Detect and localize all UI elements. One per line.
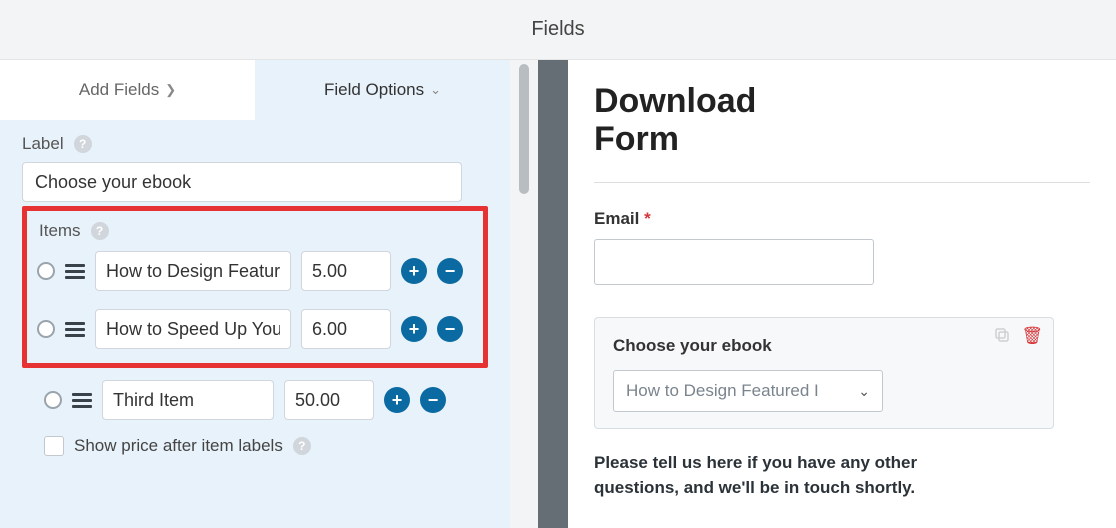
item-price-input[interactable]	[284, 380, 374, 420]
form-note-line2: questions, and we'll be in touch shortly…	[594, 478, 915, 497]
help-icon[interactable]: ?	[91, 222, 109, 240]
drag-handle-icon[interactable]	[65, 261, 85, 281]
add-item-button[interactable]: +	[401, 316, 427, 342]
field-options-body: Label ? Items ? + −	[0, 120, 510, 466]
scrollbar-thumb[interactable]	[519, 64, 529, 194]
chevron-down-icon: ⌄	[858, 383, 870, 400]
header-title: Fields	[0, 0, 1116, 60]
trash-icon[interactable]: 🗑	[1021, 326, 1043, 346]
form-note-line1: Please tell us here if you have any othe…	[594, 453, 917, 472]
item-row: + −	[44, 380, 488, 420]
email-input[interactable]	[594, 239, 874, 285]
panel-divider	[538, 60, 568, 528]
remove-item-button[interactable]: −	[437, 258, 463, 284]
show-price-checkbox[interactable]	[44, 436, 64, 456]
add-item-button[interactable]: +	[401, 258, 427, 284]
tab-field-options[interactable]: Field Options ⌄	[255, 60, 510, 120]
panel-tabs: Add Fields ❯ Field Options ⌄	[0, 60, 510, 120]
choice-field-card[interactable]: 🗑 Choose your ebook How to Design Featur…	[594, 317, 1054, 429]
items-section-header: Items ?	[39, 221, 473, 241]
default-radio[interactable]	[37, 320, 55, 338]
choice-select[interactable]: How to Design Featured I ⌄	[613, 370, 883, 412]
label-section-header: Label ?	[22, 134, 488, 154]
left-scrollbar[interactable]	[510, 60, 538, 528]
item-price-input[interactable]	[301, 309, 391, 349]
show-price-row: Show price after item labels ?	[44, 436, 488, 456]
left-panel: Add Fields ❯ Field Options ⌄ Label ? Ite…	[0, 60, 510, 528]
duplicate-icon[interactable]	[993, 326, 1011, 344]
form-title: Download Form	[594, 82, 1090, 158]
form-preview: Download Form Email * 🗑 Choose your eboo…	[568, 60, 1116, 528]
label-section-title: Label	[22, 134, 64, 154]
tab-field-options-label: Field Options	[324, 80, 424, 100]
chevron-down-icon: ⌄	[430, 82, 441, 98]
show-price-label: Show price after item labels	[74, 436, 283, 456]
add-item-button[interactable]: +	[384, 387, 410, 413]
main-layout: Add Fields ❯ Field Options ⌄ Label ? Ite…	[0, 60, 1116, 528]
item-row: + −	[37, 309, 473, 349]
item-price-input[interactable]	[301, 251, 391, 291]
email-field-label: Email *	[594, 209, 1090, 229]
chevron-right-icon: ❯	[165, 82, 176, 98]
remove-item-button[interactable]: −	[437, 316, 463, 342]
form-title-line1: Download	[594, 82, 756, 120]
title-divider	[594, 182, 1090, 183]
item-name-input[interactable]	[95, 251, 291, 291]
required-asterisk: *	[644, 209, 651, 228]
items-section-title: Items	[39, 221, 81, 241]
drag-handle-icon[interactable]	[72, 390, 92, 410]
tab-add-fields[interactable]: Add Fields ❯	[0, 60, 255, 120]
choice-field-label: Choose your ebook	[613, 336, 1035, 356]
tab-add-fields-label: Add Fields	[79, 80, 159, 100]
email-label-text: Email	[594, 209, 639, 228]
item-name-input[interactable]	[102, 380, 274, 420]
choice-select-value: How to Design Featured I	[626, 381, 819, 401]
item-name-input[interactable]	[95, 309, 291, 349]
items-highlight-box: Items ? + − + −	[22, 206, 488, 368]
remove-item-button[interactable]: −	[420, 387, 446, 413]
form-title-line2: Form	[594, 120, 679, 158]
help-icon[interactable]: ?	[74, 135, 92, 153]
item-row: + −	[37, 251, 473, 291]
default-radio[interactable]	[37, 262, 55, 280]
label-input[interactable]	[22, 162, 462, 202]
card-action-icons: 🗑	[993, 326, 1043, 346]
form-note: Please tell us here if you have any othe…	[594, 451, 1090, 500]
help-icon[interactable]: ?	[293, 437, 311, 455]
drag-handle-icon[interactable]	[65, 319, 85, 339]
default-radio[interactable]	[44, 391, 62, 409]
